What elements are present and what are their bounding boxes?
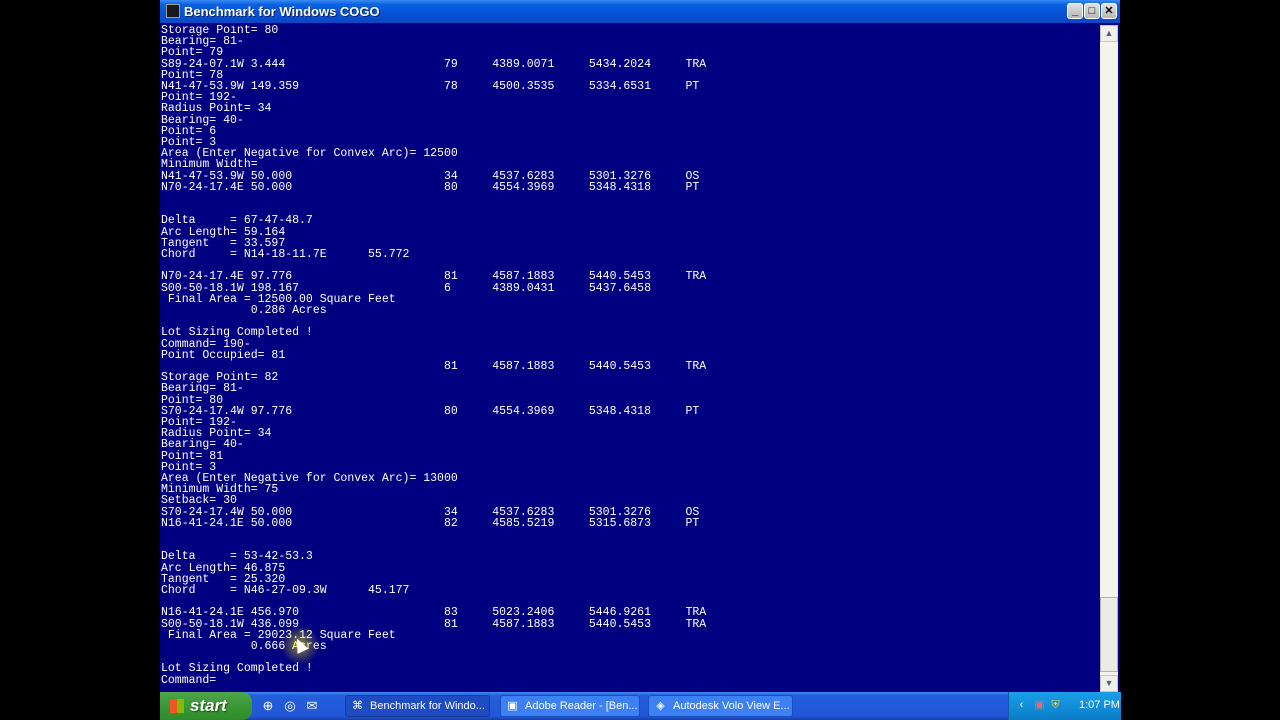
taskbar-item-adobe-reader[interactable]: ▣ Adobe Reader - [Ben... [500,695,640,717]
show-hidden-icons-chevron-icon[interactable]: ‹ [1015,699,1028,712]
system-tray: ‹ ▣ ⛨ 1:07 PM [1008,692,1121,720]
window-title: Benchmark for Windows COGO [184,4,380,19]
quicklaunch-media-icon[interactable]: ◎ [282,698,298,714]
start-label: start [190,696,227,715]
scroll-thumb[interactable] [1100,597,1118,672]
console-output[interactable]: Storage Point= 80 Bearing= 81- Point= 79 S8… [160,25,1100,692]
benchmark-app-icon: ⌘ [352,700,363,712]
windows-logo-icon [170,699,184,713]
console-line: S70-24-17.4W 97.776 80 4554.3969 5348.43… [161,404,700,418]
adobe-tray-icon[interactable]: ▣ [1033,699,1046,712]
taskbar-item-benchmark[interactable]: ⌘ Benchmark for Windo... [345,695,490,717]
quicklaunch-mail-icon[interactable]: ✉ [304,698,320,714]
quicklaunch-ie-icon[interactable]: ⊕ [260,698,276,714]
app-icon[interactable] [166,4,180,18]
taskbar-item-label: Benchmark for Windo... [370,700,485,712]
volo-view-icon: ◈ [656,700,665,712]
taskbar-item-label: Autodesk Volo View E... [673,700,790,712]
vertical-scrollbar[interactable]: ▲ ▼ [1100,25,1118,692]
console-window: Benchmark for Windows COGO _ □ ✕ Storage… [160,0,1120,692]
close-button[interactable]: ✕ [1101,3,1117,19]
scroll-down-arrow-icon[interactable]: ▼ [1100,675,1118,692]
title-bar[interactable]: Benchmark for Windows COGO _ □ ✕ [160,0,1120,23]
console-line: S89-24-07.1W 3.444 79 4389.0071 5434.202… [161,57,707,71]
adobe-reader-icon: ▣ [507,700,518,712]
clock[interactable]: 1:07 PM [1079,699,1120,711]
minimize-button[interactable]: _ [1067,3,1083,19]
maximize-button[interactable]: □ [1084,3,1100,19]
taskbar-item-label: Adobe Reader - [Ben... [525,700,638,712]
console-line: 0.286 Acres [161,304,327,317]
start-button[interactable]: start [160,692,252,720]
console-line: Chord = N14-18-11.7E 55.772 [161,248,410,261]
console-line: N16-41-24.1E 50.000 82 4585.5219 5315.68… [161,516,700,530]
security-shield-icon[interactable]: ⛨ [1049,699,1062,712]
console-line: Chord = N46-27-09.3W 45.177 [161,584,410,597]
console-line: N70-24-17.4E 50.000 80 4554.3969 5348.43… [161,180,700,194]
scroll-up-arrow-icon[interactable]: ▲ [1100,25,1118,42]
console-line: Command= [161,673,217,687]
taskbar: start ⊕ ◎ ✉ ⌘ Benchmark for Windo... ▣ A… [160,692,1121,720]
console-line: N41-47-53.9W 149.359 78 4500.3535 5334.6… [161,80,700,93]
taskbar-item-volo-view[interactable]: ◈ Autodesk Volo View E... [648,695,793,717]
